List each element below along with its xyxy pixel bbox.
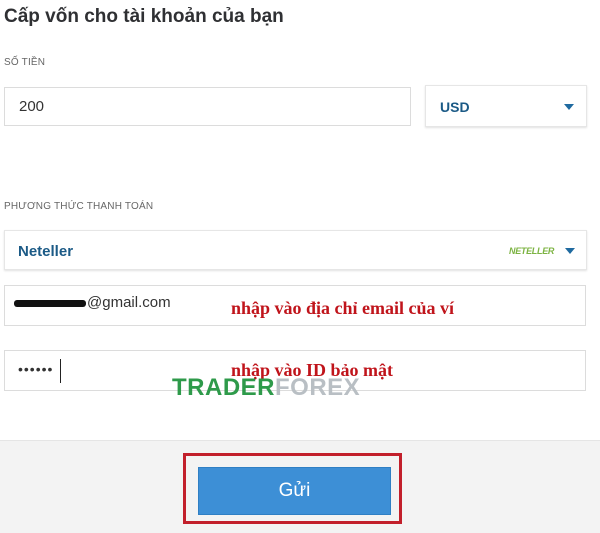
page-title: Cấp vốn cho tài khoản của bạn xyxy=(4,6,284,27)
chevron-down-icon xyxy=(565,248,575,254)
payment-method-label: PHƯƠNG THỨC THANH TOÁN xyxy=(4,201,154,212)
email-value: @gmail.com xyxy=(87,294,171,311)
currency-value: USD xyxy=(440,99,470,115)
security-id-value: •••••• xyxy=(18,361,54,377)
watermark-part2: FOREX xyxy=(275,374,361,401)
payment-method-select[interactable]: Neteller NETELLER xyxy=(4,230,587,270)
neteller-logo: NETELLER xyxy=(509,246,555,256)
redaction-mark xyxy=(14,300,86,307)
watermark: TRADERFOREX xyxy=(172,374,360,402)
amount-input[interactable]: 200 xyxy=(4,87,411,126)
chevron-down-icon xyxy=(564,104,574,110)
payment-method-value: Neteller xyxy=(18,243,74,260)
amount-value: 200 xyxy=(19,98,45,115)
submit-button[interactable]: Gửi xyxy=(198,467,391,515)
text-cursor xyxy=(60,359,61,383)
email-annotation: nhập vào địa chỉ email của ví xyxy=(231,298,455,318)
amount-label: SỐ TIỀN xyxy=(4,57,46,68)
watermark-part1: TRADER xyxy=(172,374,275,401)
currency-select[interactable]: USD xyxy=(425,85,587,127)
